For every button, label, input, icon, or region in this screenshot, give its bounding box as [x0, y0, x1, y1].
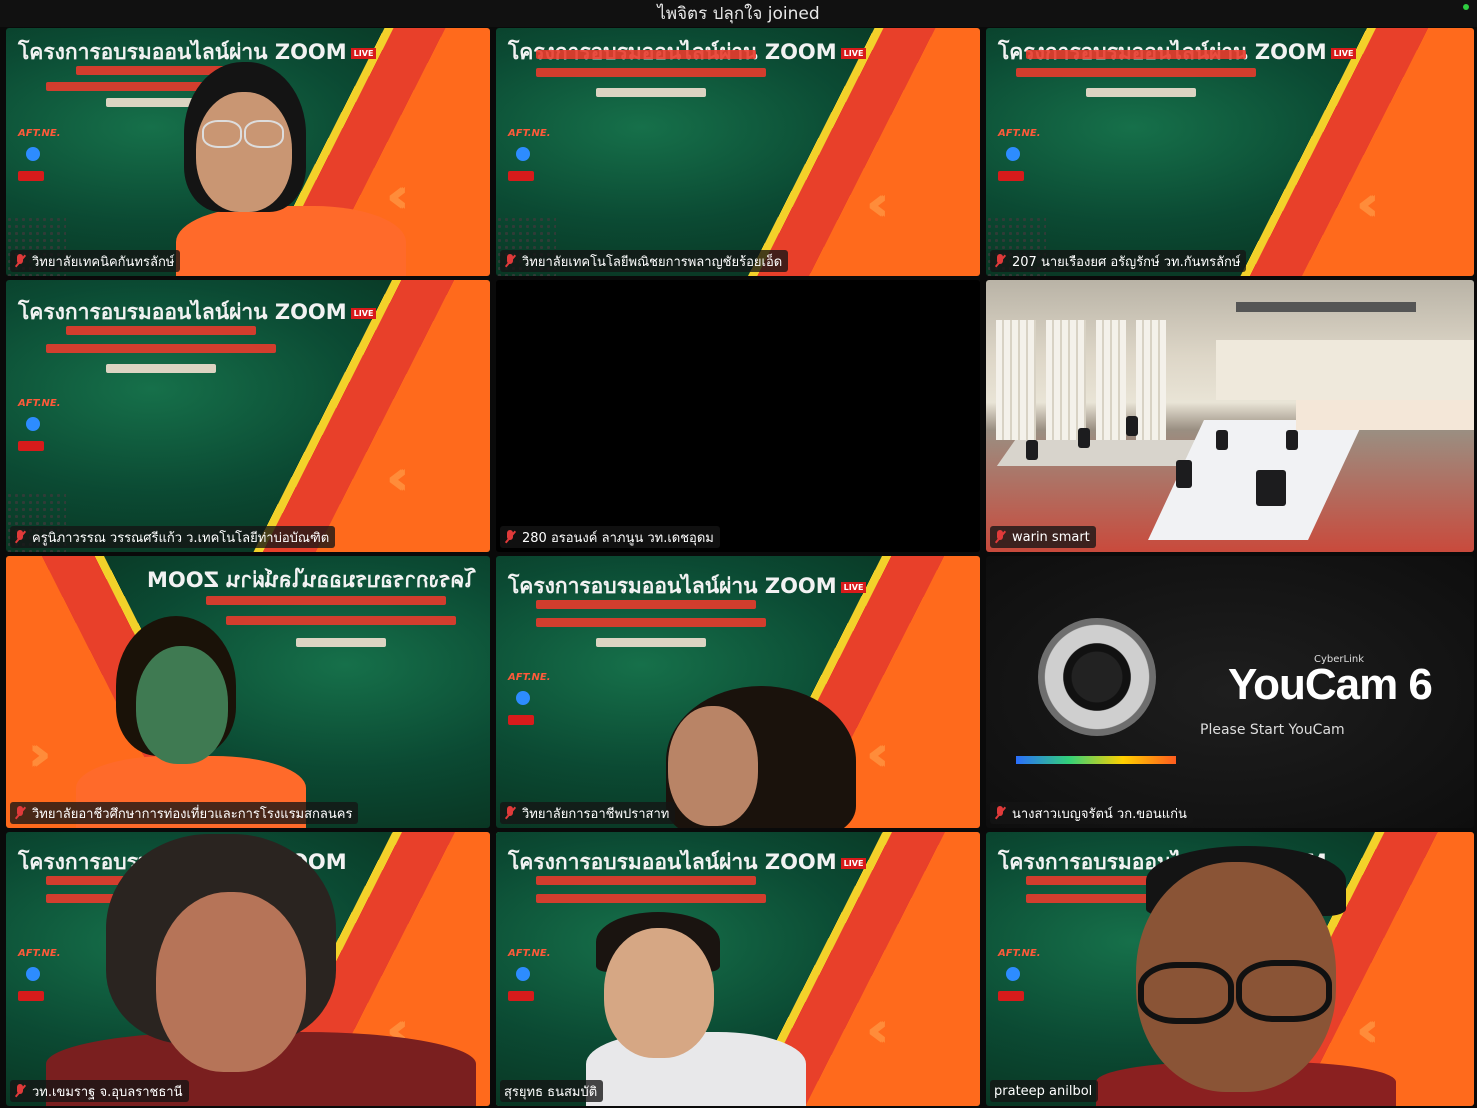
- youcam-brand: YouCam 6: [1228, 660, 1433, 709]
- banner-title: โครงการอบรมออนไลน์ผ่าน ZOOMLIVE: [508, 846, 867, 879]
- participant-name-tag: 207 นายเรืองยศ อรัญรักษ์ วท.กันทรลักษ์: [990, 250, 1247, 272]
- participant-name-tag: warin smart: [990, 526, 1096, 548]
- participant-name-tag: วท.เขมราฐ จ.อุบลราชธานี: [10, 1080, 189, 1102]
- sponsor-logos: AFT.NE.: [508, 948, 551, 1001]
- youcam-placeholder: CyberLink YouCam 6 Please Start YouCam: [986, 556, 1474, 828]
- zoom-logo-icon: [516, 691, 530, 705]
- zoom-logo-icon: [1006, 147, 1020, 161]
- banner-title: โครงการอบรมออนไลน์ผ่าน ZOOMLIVE: [18, 296, 377, 329]
- live-streaming-icon: [18, 441, 44, 451]
- video-tile[interactable]: CyberLink YouCam 6 Please Start YouCam น…: [986, 556, 1474, 828]
- sponsor-logos: AFT.NE.: [18, 948, 61, 1001]
- video-tile[interactable]: โครงการอบรมออนไลน์ผ่าน ZOOM AFT.NE. ‹‹‹ …: [986, 832, 1474, 1106]
- live-streaming-icon: [998, 171, 1024, 181]
- banner-title: โครงการอบรมออนไลน์ผ่าน ZOOM: [147, 568, 476, 592]
- participant-name-tag: ครูนิภาวรรณ วรรณศรีแก้ว ว.เทคโนโลยีท่าบ่…: [10, 526, 336, 548]
- zoom-logo-icon: [516, 147, 530, 161]
- muted-mic-icon: [14, 254, 26, 268]
- video-tile[interactable]: 280 อรอนงค์ ลาภนูน วท.เดชอุดม: [496, 280, 980, 552]
- meeting-room-video: [986, 280, 1474, 552]
- video-tile[interactable]: โครงการอบรมออนไลน์ผ่าน ZOOM AFT.NE. ‹‹‹ …: [6, 832, 490, 1106]
- sponsor-logos: AFT.NE.: [998, 948, 1041, 1001]
- sponsor-logos: AFT.NE.: [508, 672, 551, 725]
- join-notification-bar: ไพจิตร ปลุกใจ joined: [0, 0, 1477, 27]
- sponsor-logos: AFT.NE.: [998, 128, 1041, 181]
- zoom-logo-icon: [26, 967, 40, 981]
- muted-mic-icon: [14, 530, 26, 544]
- zoom-logo-icon: [1006, 967, 1020, 981]
- video-tile[interactable]: โครงการอบรมออนไลน์ผ่าน ZOOM ‹‹‹ วิทยาลัย…: [6, 556, 490, 828]
- participant-name-tag: วิทยาลัยการอาชีพปราสาท: [500, 802, 676, 824]
- participant-name-tag: วิทยาลัยเทคโนโลยีพณิชยการพลาญชัยร้อยเอ็ด: [500, 250, 789, 272]
- banner-title: โครงการอบรมออนไลน์ผ่าน ZOOMLIVE: [508, 570, 867, 603]
- participant-name-tag: สุรยุทธ ธนสมบัติ: [500, 1080, 604, 1102]
- zoom-logo-icon: [516, 967, 530, 981]
- sponsor-logos: AFT.NE.: [508, 128, 551, 181]
- participant-name-tag: วิทยาลัยอาชีวศึกษาการท่องเที่ยวและการโรง…: [10, 802, 359, 824]
- banner-title: โครงการอบรมออนไลน์ผ่าน ZOOMLIVE: [18, 36, 377, 69]
- gallery-view: โครงการอบรมออนไลน์ผ่าน ZOOM LIVE AFT.NE. …: [6, 28, 1474, 1106]
- muted-mic-icon: [504, 530, 516, 544]
- muted-mic-icon: [994, 806, 1006, 820]
- video-tile[interactable]: โครงการอบรมออนไลน์ผ่าน ZOOMLIVE AFT.NE. …: [6, 28, 490, 276]
- sponsor-logos: AFT.NE.: [18, 398, 61, 451]
- participant-name-tag: prateep anilbol: [990, 1080, 1099, 1102]
- participant-name-tag: วิทยาลัยเทคนิคกันทรลักษ์: [10, 250, 181, 272]
- muted-mic-icon: [504, 806, 516, 820]
- muted-mic-icon: [994, 530, 1006, 544]
- live-streaming-icon: [18, 991, 44, 1001]
- live-streaming-icon: [508, 715, 534, 725]
- video-tile[interactable]: โครงการอบรมออนไลน์ผ่าน ZOOMLIVE AFT.NE. …: [6, 280, 490, 552]
- youcam-message: Please Start YouCam: [1200, 722, 1345, 738]
- muted-mic-icon: [14, 806, 26, 820]
- live-streaming-icon: [998, 991, 1024, 1001]
- video-tile-active-speaker[interactable]: โครงการอบรมออนไลน์ผ่าน ZOOM LIVE AFT.NE. …: [496, 832, 980, 1106]
- webcam-lens-icon: [1038, 618, 1156, 736]
- video-tile[interactable]: โครงการอบรมออนไลน์ผ่าน ZOOMLIVE AFT.NE. …: [986, 28, 1474, 276]
- video-tile[interactable]: โครงการอบรมออนไลน์ผ่าน ZOOMLIVE AFT.NE. …: [496, 28, 980, 276]
- muted-mic-icon: [504, 254, 516, 268]
- muted-mic-icon: [994, 254, 1006, 268]
- muted-mic-icon: [14, 1084, 26, 1098]
- camera-indicator-icon: [1463, 4, 1469, 10]
- video-tile[interactable]: warin smart: [986, 280, 1474, 552]
- participant-name-tag: 280 อรอนงค์ ลาภนูน วท.เดชอุดม: [500, 526, 720, 548]
- sponsor-logos: AFT.NE.: [18, 128, 61, 181]
- video-tile[interactable]: โครงการอบรมออนไลน์ผ่าน ZOOMLIVE AFT.NE. …: [496, 556, 980, 828]
- zoom-logo-icon: [26, 147, 40, 161]
- live-streaming-icon: [508, 991, 534, 1001]
- join-notification-text: ไพจิตร ปลุกใจ joined: [657, 4, 820, 24]
- participant-name-tag: นางสาวเบญจรัตน์ วก.ขอนแก่น: [990, 802, 1193, 824]
- zoom-logo-icon: [26, 417, 40, 431]
- live-streaming-icon: [508, 171, 534, 181]
- live-streaming-icon: [18, 171, 44, 181]
